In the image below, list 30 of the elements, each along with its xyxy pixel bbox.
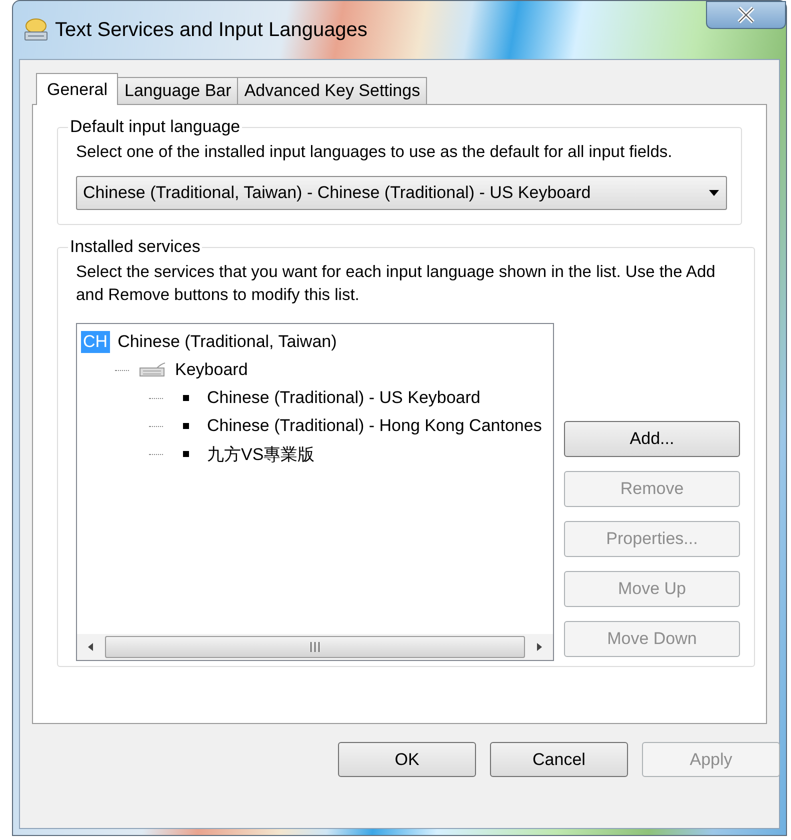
- tree-item[interactable]: Chinese (Traditional, Taiwan): [116, 332, 339, 352]
- tab[interactable]: Advanced Key Settings: [237, 77, 428, 104]
- scrollbar-thumb[interactable]: [105, 636, 525, 658]
- description-text: Select one of the installed input languages to use as the default for all input fields.: [76, 142, 674, 163]
- keyboard-icon: [137, 362, 167, 378]
- bullet-icon: [183, 395, 189, 401]
- tree-item[interactable]: Chinese (Traditional) - US Keyboard: [205, 388, 482, 408]
- close-icon: [735, 6, 757, 24]
- right-arrow-icon[interactable]: [535, 642, 543, 652]
- left-arrow-icon[interactable]: [87, 642, 95, 652]
- window-title: Text Services and Input Languages: [55, 18, 368, 42]
- horizontal-scrollbar[interactable]: [77, 634, 553, 660]
- dialog-button[interactable]: OK: [338, 742, 476, 777]
- tab[interactable]: General: [36, 73, 118, 105]
- keyboard-speech-bubble-icon: [23, 18, 49, 42]
- side-button[interactable]: Add...: [564, 421, 740, 457]
- language-dropdown[interactable]: Chinese (Traditional, Taiwan) - Chinese (Traditional) - US Keyboard: [76, 176, 727, 210]
- tab[interactable]: Language Bar: [117, 77, 238, 104]
- group-heading: Installed services: [69, 237, 202, 257]
- grip-icon: [310, 642, 320, 652]
- tree-item[interactable]: Keyboard: [173, 360, 250, 380]
- close-button[interactable]: [706, 1, 786, 29]
- bullet-icon: [183, 423, 189, 429]
- group-heading: Default input language: [69, 117, 242, 137]
- tree-item[interactable]: 九方VS專業版: [205, 442, 317, 466]
- dialog-button[interactable]: Cancel: [490, 742, 628, 777]
- description-text: Select the services that you want for each input language shown in the list. Use the Add and Remove buttons to modify this list.: [76, 262, 716, 306]
- bullet-icon: [183, 451, 189, 457]
- caret-icon: [708, 189, 720, 197]
- tree-item[interactable]: Chinese (Traditional) - Hong Kong Cantones: [205, 416, 544, 436]
